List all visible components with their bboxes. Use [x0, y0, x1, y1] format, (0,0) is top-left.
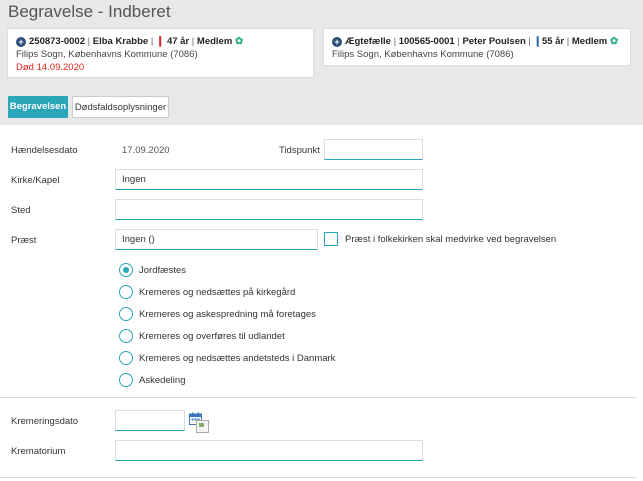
header-area: Begravelse - Indberet +250873-0002 | Elb…	[0, 0, 643, 125]
crematorium-label: Krematorium	[11, 446, 66, 457]
plus-circle-icon[interactable]: +	[16, 37, 26, 47]
section-divider	[0, 397, 636, 398]
tab-begravelsen[interactable]: Begravelsen	[8, 96, 68, 118]
radio-button[interactable]	[119, 373, 133, 387]
deceased-membership: Medlem	[196, 36, 233, 47]
spouse-relation: Ægtefælle	[345, 36, 391, 47]
person-male-icon: ❙	[533, 36, 542, 47]
radio-label: Kremeres og nedsættes andetsteds i Danma…	[139, 352, 336, 364]
event-date-value: 17.09.2020	[122, 145, 170, 156]
church-input[interactable]	[115, 169, 423, 190]
radio-label: Kremeres og overføres til udlandet	[139, 330, 285, 342]
time-input[interactable]	[324, 139, 423, 160]
priest-input[interactable]	[115, 229, 318, 250]
church-label: Kirke/Kapel	[11, 175, 60, 186]
spouse-card: + Ægtefælle | 100565-0001 | Peter Poulsen…	[323, 28, 631, 66]
cremation-date-label: Kremeringsdato	[11, 416, 79, 427]
radio-button[interactable]	[119, 329, 133, 343]
radio-label: Kremeres og nedsættes på kirkegård	[139, 286, 296, 298]
radio-button[interactable]	[119, 285, 133, 299]
radio-kremeres-andetsteds[interactable]: Kremeres og nedsættes andetsteds i Danma…	[119, 351, 335, 365]
radio-button[interactable]	[119, 263, 133, 277]
radio-label: Jordfæstes	[139, 264, 186, 276]
spouse-age: 55 år	[541, 36, 565, 47]
broken-image-icon	[196, 420, 209, 433]
spouse-name: Peter Poulsen	[462, 36, 526, 47]
spouse-cpr: 100565-0001	[398, 36, 455, 47]
priest-label: Præst	[11, 235, 37, 246]
radio-jordfaestes[interactable]: Jordfæstes	[119, 263, 186, 277]
deceased-age: 47 år	[166, 36, 190, 47]
place-label: Sted	[11, 205, 31, 216]
crematorium-input[interactable]	[115, 440, 423, 461]
event-date-label: Hændelsesdato	[11, 145, 78, 156]
spouse-membership: Medlem	[571, 36, 608, 47]
time-label: Tidspunkt	[279, 145, 320, 156]
radio-button[interactable]	[119, 351, 133, 365]
deceased-parish: Filips Sogn, Københavns Kommune (7086)	[16, 49, 198, 60]
radio-kremeres-askespredning[interactable]: Kremeres og askespredning må foretages	[119, 307, 316, 321]
person-female-icon: ❙	[155, 36, 165, 47]
tab-doedsfaldsoplysninger[interactable]: Dødsfaldsoplysninger	[72, 96, 169, 118]
radio-kremeres-udlandet[interactable]: Kremeres og overføres til udlandet	[119, 329, 285, 343]
page-title: Begravelse - Indberet	[8, 2, 171, 21]
priest-checkbox[interactable]	[324, 232, 338, 246]
deceased-card: +250873-0002 | Elba Krabbe | ❙ 47 år | M…	[7, 28, 314, 78]
leaf-icon: ✿	[609, 36, 619, 47]
deceased-death-date: Død 14.09.2020	[16, 62, 85, 73]
radio-label: Askedeling	[139, 374, 186, 386]
plus-circle-icon[interactable]: +	[332, 37, 342, 47]
radio-button[interactable]	[119, 307, 133, 321]
deceased-name: Elba Krabbe	[92, 36, 149, 47]
priest-checkbox-label: Præst i folkekirken skal medvirke ved be…	[345, 234, 557, 245]
cremation-date-input[interactable]	[115, 410, 185, 431]
radio-kremeres-kirkegaard[interactable]: Kremeres og nedsættes på kirkegård	[119, 285, 295, 299]
deceased-cpr: 250873-0002	[29, 36, 85, 47]
place-input[interactable]	[115, 199, 423, 220]
section-divider-bottom	[0, 477, 636, 478]
radio-askedeling[interactable]: Askedeling	[119, 373, 185, 387]
leaf-icon: ✿	[234, 36, 244, 47]
radio-label: Kremeres og askespredning må foretages	[139, 308, 316, 320]
spouse-parish: Filips Sogn, Københavns Kommune (7086)	[332, 49, 514, 60]
